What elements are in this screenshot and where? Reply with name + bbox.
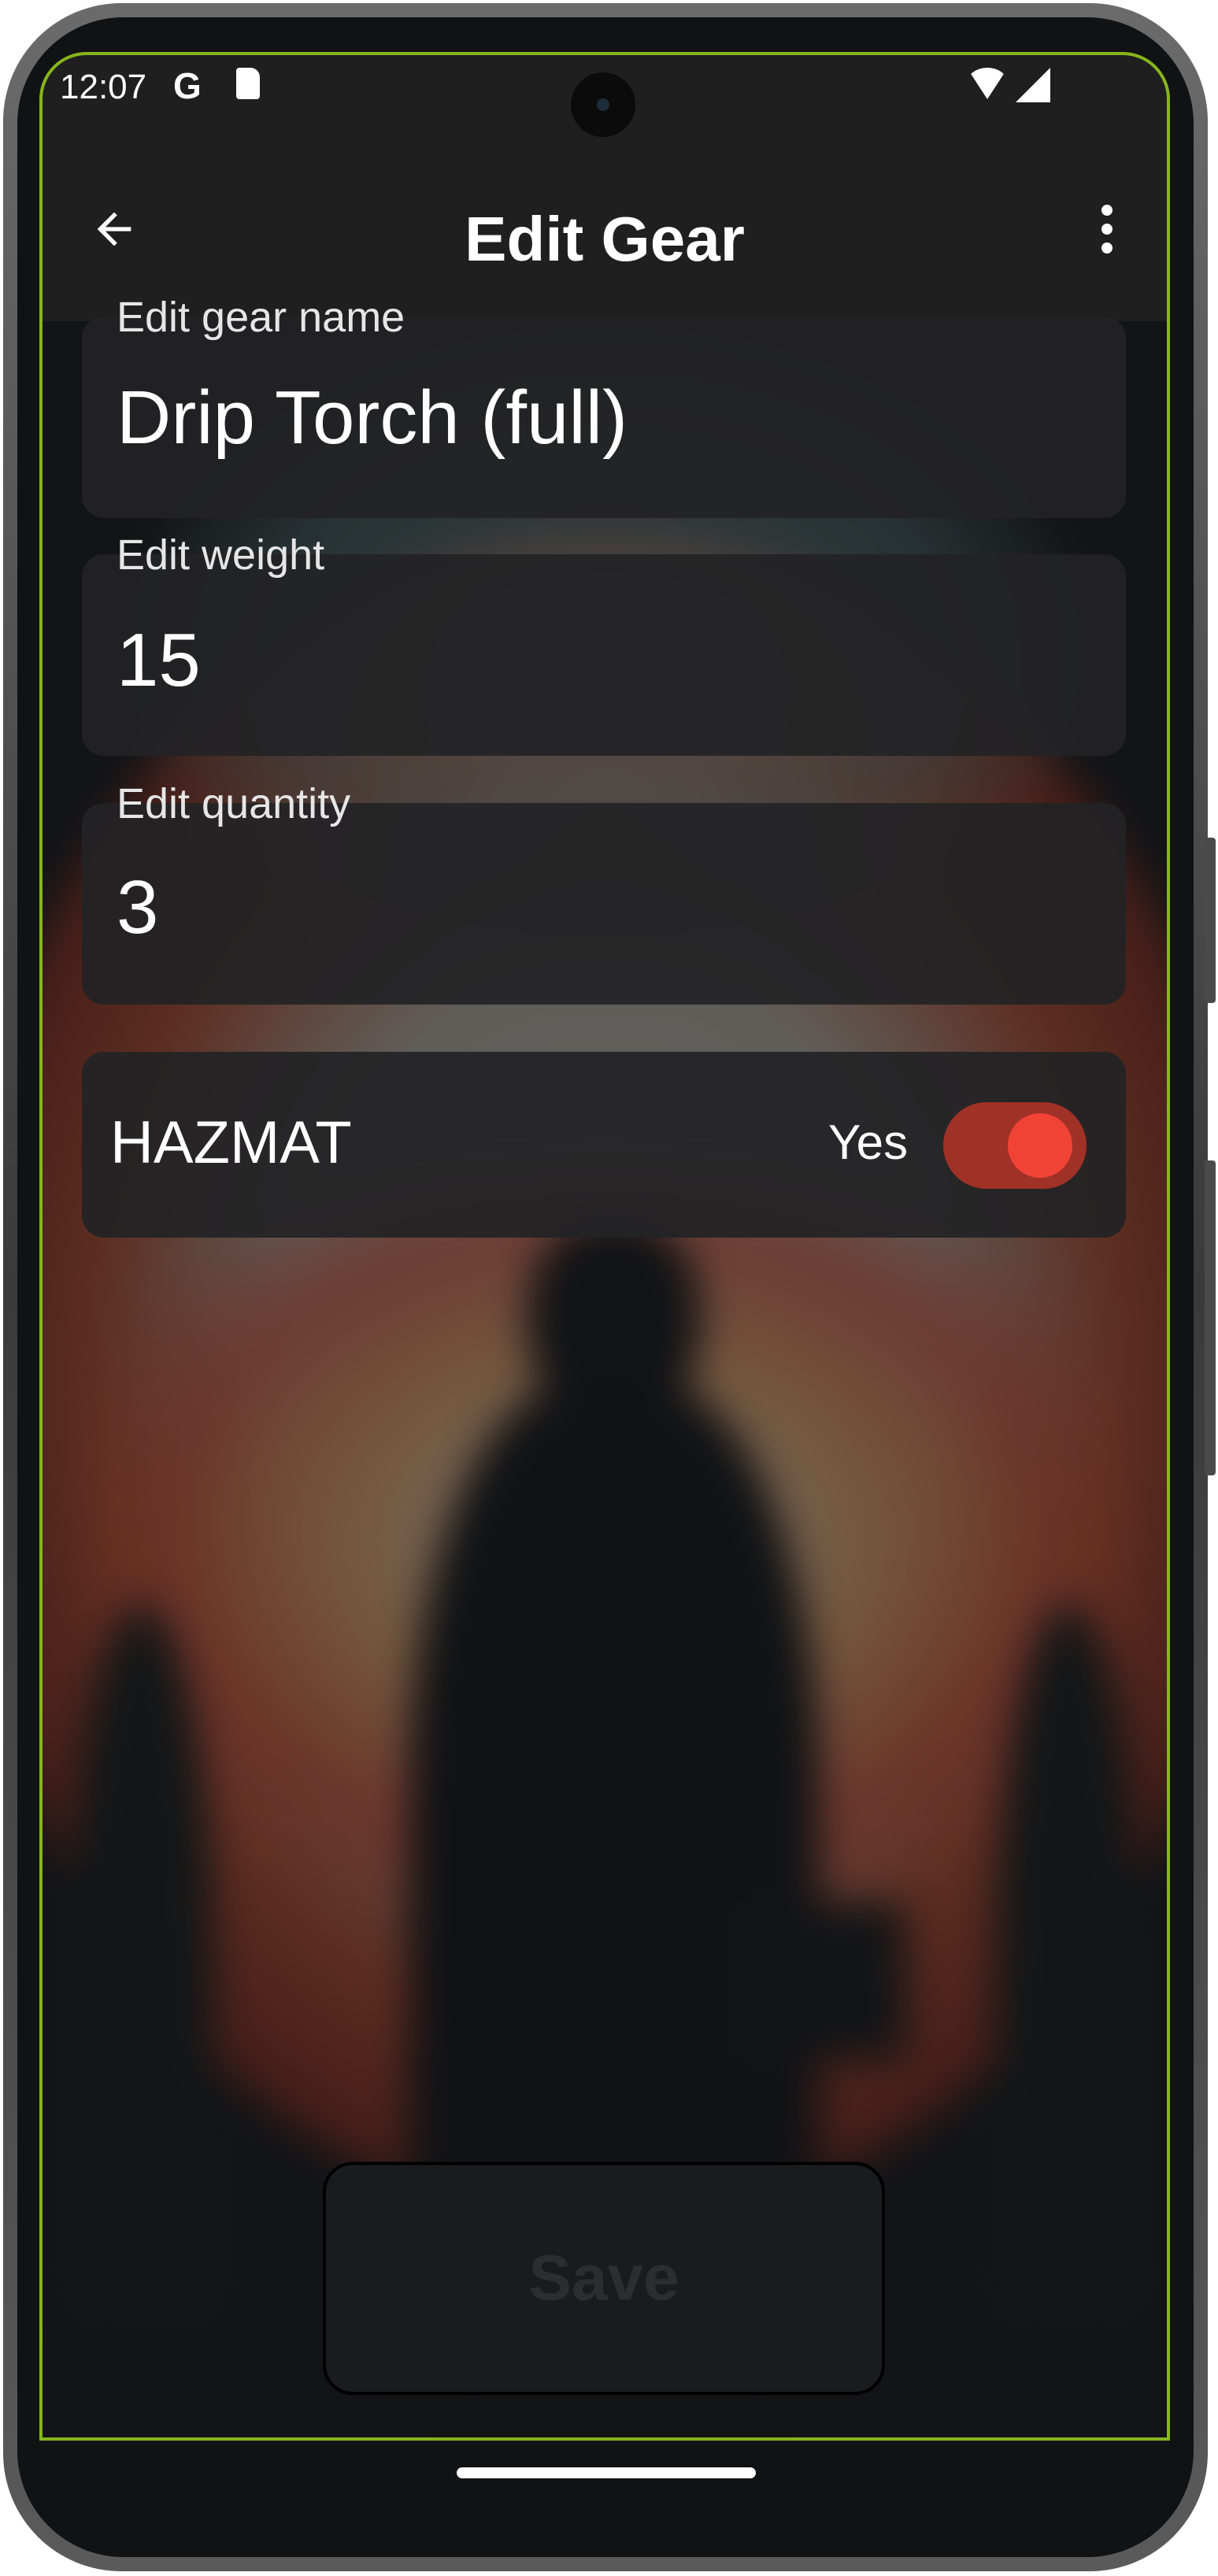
home-gesture-bar[interactable] [457, 2467, 756, 2478]
weight-label: Edit weight [117, 531, 325, 579]
volume-button [1205, 838, 1216, 1003]
hazmat-row: HAZMAT Yes [82, 1052, 1126, 1238]
power-button [1205, 1160, 1216, 1475]
front-camera [571, 72, 635, 137]
page-title: Edit Gear [465, 204, 745, 274]
more-vert-icon [1101, 205, 1112, 216]
more-options-button[interactable] [1075, 186, 1138, 272]
quantity-label: Edit quantity [117, 780, 351, 827]
app-screen: 12:07 G Edit Gear Edit gear name Drip To… [39, 52, 1170, 2445]
google-icon: G [173, 65, 202, 106]
quantity-input[interactable]: 3 [117, 864, 158, 951]
gear-name-field[interactable]: Edit gear name Drip Torch (full) [82, 294, 1126, 518]
signal-icon [1016, 68, 1050, 102]
sd-card-icon [236, 68, 260, 99]
gear-name-input[interactable]: Drip Torch (full) [117, 375, 628, 461]
status-bar: 12:07 G [39, 52, 1170, 139]
hazmat-state-text: Yes [828, 1116, 909, 1170]
toggle-thumb [1008, 1113, 1072, 1178]
hazmat-label: HAZMAT [110, 1109, 352, 1176]
weight-field[interactable]: Edit weight 15 [82, 531, 1126, 756]
gear-name-label: Edit gear name [117, 294, 405, 341]
save-button[interactable]: Save [323, 2162, 885, 2395]
quantity-field[interactable]: Edit quantity 3 [82, 780, 1126, 1005]
hazmat-toggle[interactable] [943, 1102, 1087, 1189]
status-time: 12:07 [60, 68, 147, 106]
weight-input[interactable]: 15 [117, 617, 201, 704]
wifi-icon [967, 68, 1008, 99]
